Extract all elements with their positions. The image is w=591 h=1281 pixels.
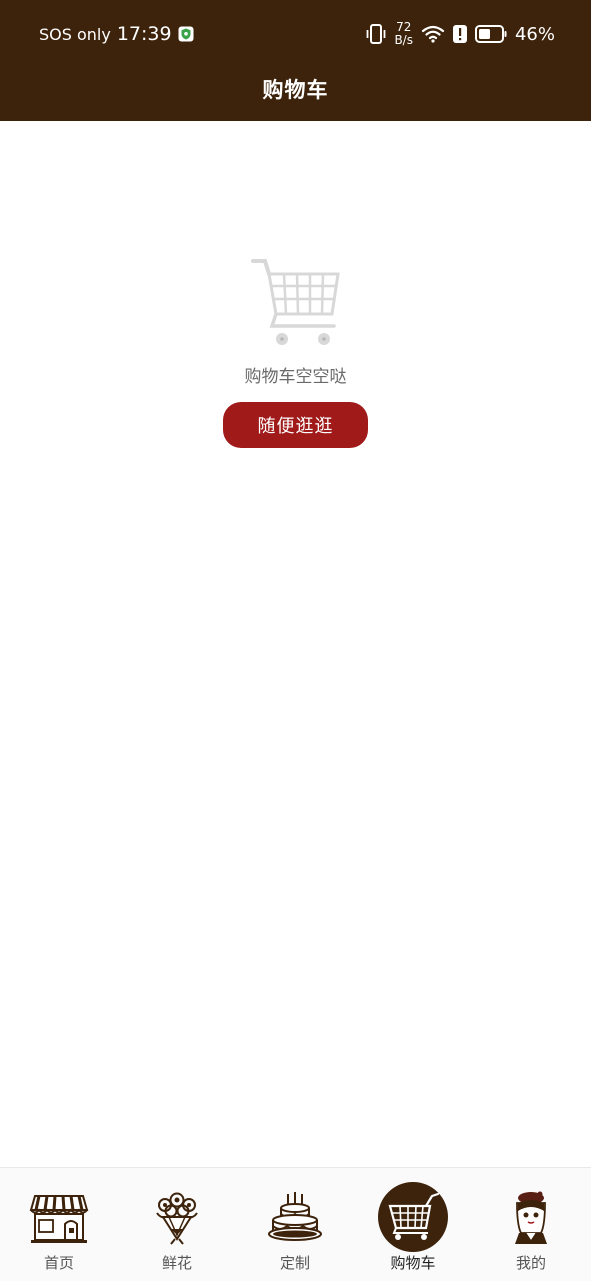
storefront-icon: [24, 1182, 94, 1252]
clock-text: 17:39: [116, 23, 172, 45]
tab-cart-active-indicator: [378, 1182, 448, 1252]
vibrate-icon: [367, 24, 386, 44]
carrier-text: SOS only: [39, 24, 111, 44]
network-speed: 72 B/s: [394, 21, 413, 47]
shield-icon: [178, 26, 194, 42]
tab-custom[interactable]: 定制: [236, 1168, 354, 1281]
cake-icon: [260, 1182, 330, 1252]
battery-percent: 46%: [514, 23, 555, 45]
cart-icon: [378, 1182, 448, 1252]
tab-home[interactable]: 首页: [0, 1168, 118, 1281]
wifi-icon: [421, 25, 445, 43]
tab-flowers[interactable]: 鲜花: [118, 1168, 236, 1281]
battery-icon: [474, 25, 507, 43]
tab-flowers-label: 鲜花: [161, 1254, 192, 1272]
tab-cart-label: 购物车: [390, 1254, 436, 1272]
empty-cart-state: 购物车空空哒: [0, 256, 591, 387]
tab-cart[interactable]: 购物车: [354, 1168, 472, 1281]
bouquet-icon: [142, 1182, 212, 1252]
tab-mine-label: 我的: [515, 1254, 546, 1272]
network-speed-unit: B/s: [394, 33, 413, 47]
tab-home-label: 首页: [43, 1254, 74, 1272]
status-bar: SOS only 17:39 72 B/s 46%: [0, 0, 591, 66]
shopping-cart-icon: [250, 259, 340, 345]
avatar-icon: [496, 1182, 566, 1252]
tab-custom-label: 定制: [279, 1254, 310, 1272]
bottom-tab-bar: 首页 鲜花 定制 购物车 我的: [0, 1167, 591, 1281]
alert-icon: [452, 25, 467, 43]
empty-cart-message: 购物车空空哒: [244, 367, 347, 387]
app-header: SOS only 17:39 72 B/s 46% 购物车: [0, 0, 591, 121]
page-title: 购物车: [262, 78, 329, 102]
browse-button[interactable]: 随便逛逛: [223, 402, 368, 448]
tab-mine[interactable]: 我的: [472, 1168, 590, 1281]
status-left: SOS only 17:39: [39, 22, 194, 46]
status-right: 72 B/s 46%: [366, 18, 555, 50]
